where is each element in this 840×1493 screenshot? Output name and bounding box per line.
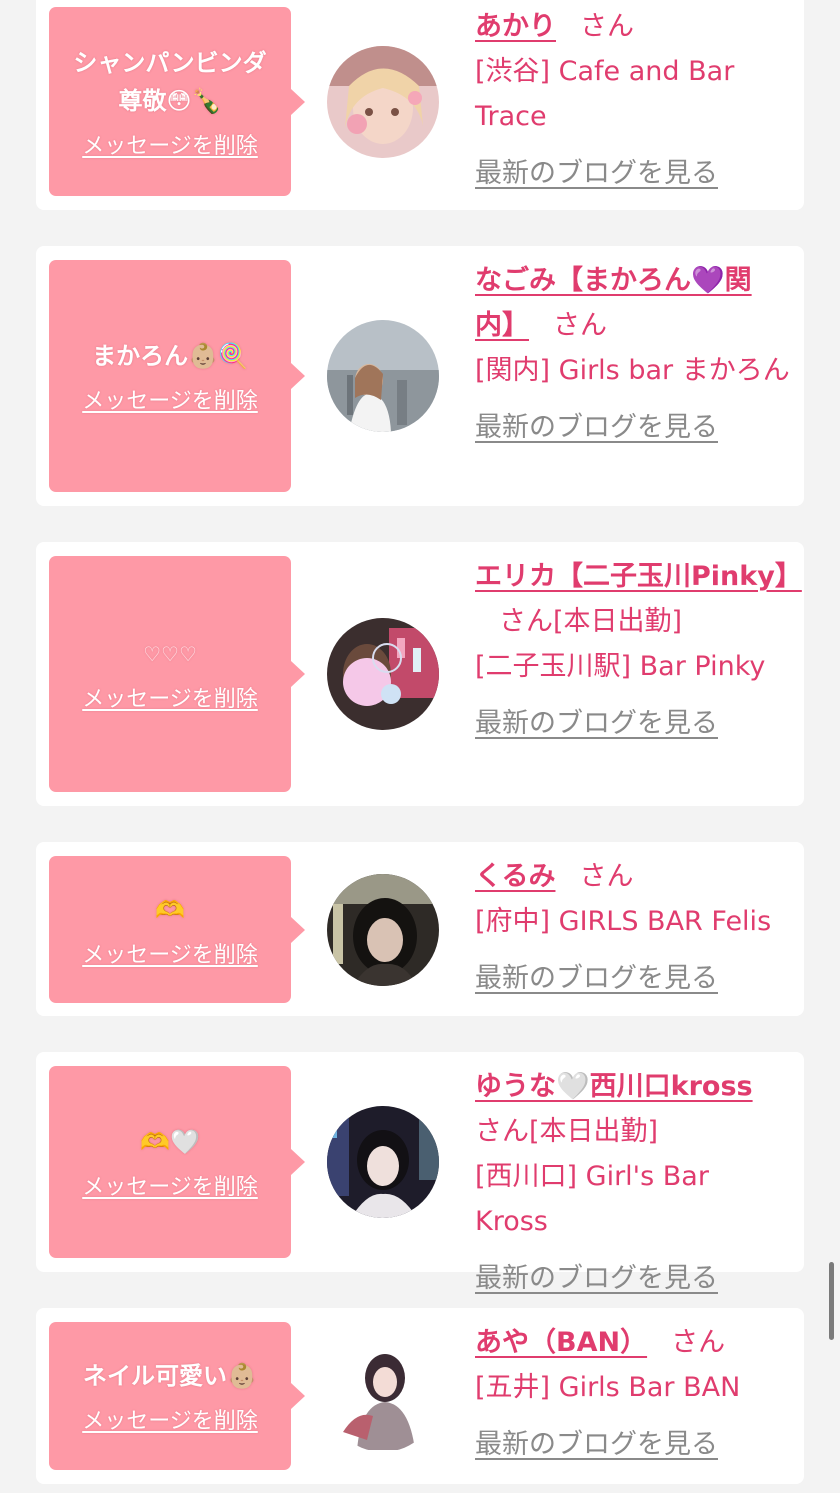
avatar-photo-icon	[327, 618, 439, 730]
shop-label: [二子玉川駅] Bar Pinky	[475, 651, 766, 682]
message-text: ネイル可愛い👶🏼	[83, 1362, 257, 1390]
honorific: さん	[475, 1116, 529, 1147]
scrollbar[interactable]	[829, 1262, 834, 1340]
message-card: シャンパンビンダ 尊敬😳🍾 メッセージを削除 あかり さん [渋谷] Cafe a…	[36, 0, 804, 210]
work-status: [本日出勤]	[529, 1116, 659, 1147]
latest-blog-link[interactable]: 最新のブログを見る	[475, 405, 718, 450]
avatar[interactable]	[327, 1340, 439, 1452]
latest-blog-link[interactable]: 最新のブログを見る	[475, 956, 718, 1001]
message-bubble: シャンパンビンダ 尊敬😳🍾 メッセージを削除	[49, 7, 305, 196]
message-card: まかろん👶🏼🍭 メッセージを削除 なごみ【まかろん💜関内】 さん [関内] Gir…	[36, 246, 804, 506]
message-card: ネイル可愛い👶🏼 メッセージを削除 あや（BAN） さん [五井] Girls B…	[36, 1308, 804, 1484]
entry-info: あかり さん [渋谷] Cafe and Bar Trace 最新のブログを見る	[475, 4, 790, 196]
entry-info: なごみ【まかろん💜関内】 さん [関内] Girls bar まかろん 最新のブロ…	[475, 258, 790, 450]
delete-message-button[interactable]: メッセージを削除	[82, 937, 258, 969]
name-link[interactable]: くるみ	[475, 861, 555, 892]
message-text: 🫶	[155, 895, 185, 924]
entry-info: くるみ さん [府中] GIRLS BAR Felis 最新のブログを見る	[475, 854, 790, 1001]
message-bubble: まかろん👶🏼🍭 メッセージを削除	[49, 260, 305, 492]
message-text: 🫶🤍	[140, 1128, 200, 1156]
name-link[interactable]: あや（BAN）	[475, 1327, 647, 1358]
avatar[interactable]	[327, 1106, 439, 1218]
name-link[interactable]: あかり	[475, 11, 556, 42]
latest-blog-link[interactable]: 最新のブログを見る	[475, 1422, 718, 1467]
delete-message-button[interactable]: メッセージを削除	[82, 1403, 258, 1435]
honorific: さん	[553, 310, 607, 341]
honorific: さん	[580, 11, 634, 42]
message-text: まかろん👶🏼🍭	[92, 342, 248, 370]
delete-message-button[interactable]: メッセージを削除	[82, 383, 258, 415]
shop-label: [西川口] Girl's Bar Kross	[475, 1161, 709, 1237]
message-card: 🫶 メッセージを削除 くるみ さん [府中] GIRLS BAR Felis 最新…	[36, 842, 804, 1016]
shop-label: [府中] GIRLS BAR Felis	[475, 906, 772, 937]
latest-blog-link[interactable]: 最新のブログを見る	[475, 701, 718, 746]
shop-label: [関内] Girls bar まかろん	[475, 355, 790, 386]
avatar-photo-icon	[327, 320, 439, 432]
message-text: ♡♡♡	[143, 642, 197, 666]
avatar-photo-icon	[327, 1106, 439, 1218]
message-card: 🫶🤍 メッセージを削除 ゆうな🤍西川口kross さん[本日出勤] [西川口] …	[36, 1052, 804, 1294]
message-bubble: 🫶🤍 メッセージを削除	[49, 1066, 305, 1258]
delete-message-button[interactable]: メッセージを削除	[82, 1169, 258, 1201]
honorific: さん	[499, 606, 553, 637]
honorific: さん	[671, 1327, 726, 1358]
message-bubble: ネイル可愛い👶🏼 メッセージを削除	[49, 1322, 305, 1470]
work-status: [本日出勤]	[553, 606, 683, 637]
latest-blog-link[interactable]: 最新のブログを見る	[475, 151, 718, 196]
shop-label: [渋谷] Cafe and Bar Trace	[475, 56, 735, 132]
message-bubble: 🫶 メッセージを削除	[49, 856, 305, 1003]
avatar[interactable]	[327, 874, 439, 986]
entry-info: ゆうな🤍西川口kross さん[本日出勤] [西川口] Girl's Bar K…	[475, 1064, 790, 1301]
name-link[interactable]: なごみ【まかろん💜関内】	[475, 265, 752, 341]
avatar-photo-icon	[327, 874, 439, 986]
shop-label: [五井] Girls Bar BAN	[475, 1372, 741, 1403]
name-link[interactable]: エリカ【二子玉川Pinky】	[475, 561, 802, 592]
avatar[interactable]	[327, 46, 439, 158]
delete-message-button[interactable]: メッセージを削除	[82, 681, 258, 713]
message-card: ♡♡♡ メッセージを削除 エリカ【二子玉川Pinky】さん[本日出勤] [二子玉…	[36, 542, 804, 806]
avatar-photo-icon	[327, 46, 439, 158]
avatar[interactable]	[327, 618, 439, 730]
avatar-photo-icon	[327, 1340, 439, 1452]
entry-info: エリカ【二子玉川Pinky】さん[本日出勤] [二子玉川駅] Bar Pinky…	[475, 554, 802, 746]
delete-message-button[interactable]: メッセージを削除	[82, 128, 258, 160]
avatar[interactable]	[327, 320, 439, 432]
honorific: さん	[579, 861, 634, 892]
entry-info: あや（BAN） さん [五井] Girls Bar BAN 最新のブログを見る	[475, 1320, 790, 1467]
message-bubble: ♡♡♡ メッセージを削除	[49, 556, 305, 792]
name-link[interactable]: ゆうな🤍西川口kross	[475, 1071, 753, 1102]
latest-blog-link[interactable]: 最新のブログを見る	[475, 1256, 718, 1301]
message-text: シャンパンビンダ 尊敬😳🍾	[73, 48, 267, 115]
